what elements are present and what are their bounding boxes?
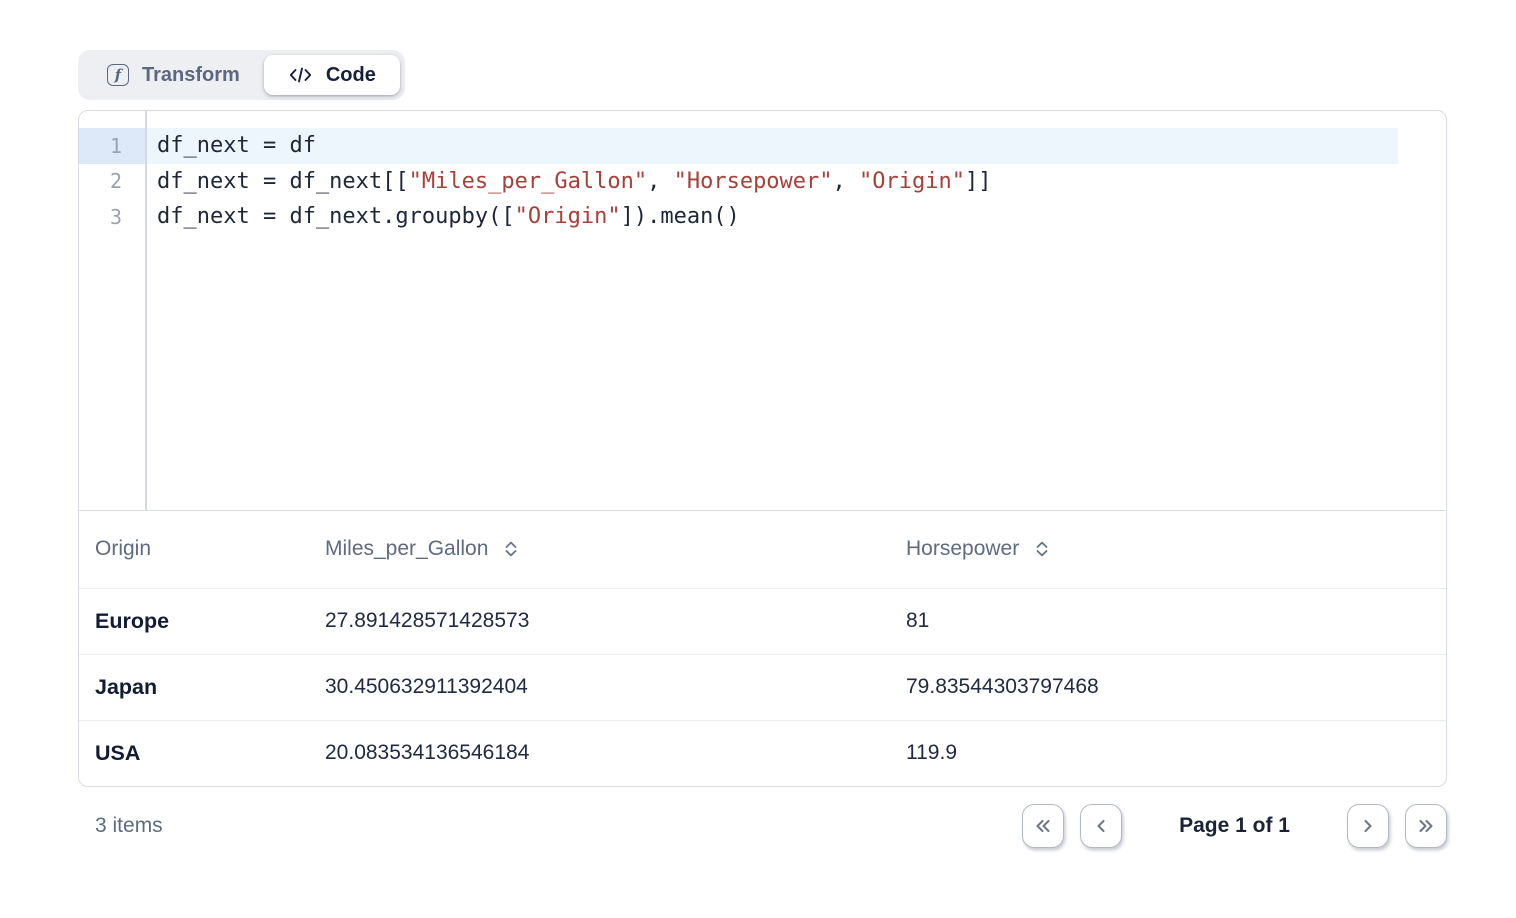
tab-transform-label: Transform [142,64,240,87]
table-row[interactable]: Japan 30.450632911392404 79.835443037974… [79,654,1446,720]
chevrons-left-icon [1032,816,1054,836]
code-line-content: df_next = df [145,128,1398,164]
first-page-button[interactable] [1022,804,1064,848]
code-line[interactable]: 3 df_next = df_next.groupby(["Origin"]).… [79,199,1446,235]
column-header-horsepower[interactable]: Horsepower [890,537,1446,561]
tab-code[interactable]: Code [264,55,400,95]
code-token: df_next = df_next[[ [157,169,409,194]
code-editor[interactable]: 1 df_next = df 2 df_next = df_next[["Mil… [79,111,1446,511]
last-page-button[interactable] [1405,804,1447,848]
table-row[interactable]: USA 20.083534136546184 119.9 [79,720,1446,786]
code-icon [288,65,313,85]
prev-page-button[interactable] [1080,804,1122,848]
column-header-label: Origin [95,537,151,561]
code-line[interactable]: 2 df_next = df_next[["Miles_per_Gallon",… [79,164,1446,200]
cell-horsepower: 81 [890,609,1446,633]
code-line-content: df_next = df_next[["Miles_per_Gallon", "… [145,164,1398,200]
code-token-string: "Origin" [515,204,621,229]
cell-miles-per-gallon: 27.891428571428573 [309,609,890,633]
column-header-label: Miles_per_Gallon [325,537,488,561]
cell-origin: USA [79,741,309,766]
transform-panel: 1 df_next = df 2 df_next = df_next[["Mil… [78,110,1447,787]
view-switcher: f Transform Code [78,50,405,100]
cell-miles-per-gallon: 30.450632911392404 [309,675,890,699]
chevron-right-icon [1358,816,1378,836]
column-header-miles-per-gallon[interactable]: Miles_per_Gallon [309,537,890,561]
page-indicator: Page 1 of 1 [1179,814,1290,838]
cell-origin: Europe [79,609,309,634]
code-token: , [833,169,860,194]
next-page-button[interactable] [1347,804,1389,848]
sort-updown-icon[interactable] [1034,539,1050,559]
code-token-string: "Miles_per_Gallon" [409,169,647,194]
table-row[interactable]: Europe 27.891428571428573 81 [79,588,1446,654]
code-token: , [647,169,674,194]
code-token: ]] [965,169,992,194]
code-token-string: "Horsepower" [674,169,833,194]
cell-origin: Japan [79,675,309,700]
table-footer: 3 items Page 1 of 1 [78,803,1447,849]
items-count: 3 items [78,814,163,838]
table-header-row: Origin Miles_per_Gallon Horsepower [79,511,1446,588]
code-token: df_next = df [157,133,316,158]
cell-horsepower: 119.9 [890,741,1446,765]
column-header-label: Horsepower [906,537,1019,561]
code-token: df_next = df_next.groupby([ [157,204,515,229]
code-token-string: "Origin" [859,169,965,194]
chevron-left-icon [1091,816,1111,836]
line-number: 2 [79,164,145,200]
cell-miles-per-gallon: 20.083534136546184 [309,741,890,765]
code-line[interactable]: 1 df_next = df [79,128,1446,164]
column-header-origin: Origin [79,537,309,561]
sort-updown-icon[interactable] [503,539,519,559]
tab-code-label: Code [326,64,376,87]
gutter-divider [145,111,147,510]
tab-transform[interactable]: f Transform [83,55,264,95]
pagination: Page 1 of 1 [1022,804,1447,848]
chevrons-right-icon [1415,816,1437,836]
code-token: ]).mean() [621,204,740,229]
code-line-content: df_next = df_next.groupby(["Origin"]).me… [145,199,1398,235]
function-icon: f [107,64,129,86]
cell-horsepower: 79.83544303797468 [890,675,1446,699]
line-number: 1 [79,128,145,164]
line-number: 3 [79,199,145,235]
